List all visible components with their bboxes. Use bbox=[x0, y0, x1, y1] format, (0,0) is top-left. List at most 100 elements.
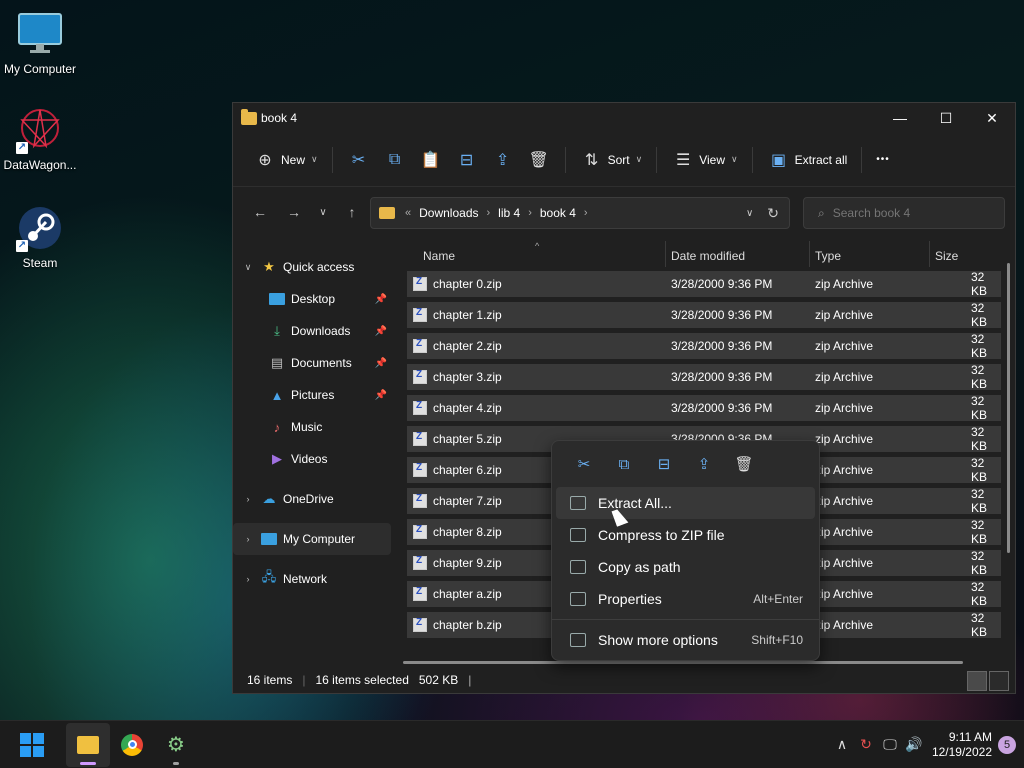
menu-item-compress-zip[interactable]: Compress to ZIP file bbox=[556, 519, 815, 551]
paste-button[interactable]: 📋 bbox=[413, 144, 449, 176]
start-button[interactable] bbox=[10, 723, 54, 767]
share-button[interactable]: ⇪ bbox=[485, 144, 521, 176]
sidebar-item-downloads[interactable]: ⤓ Downloads 📌 bbox=[233, 315, 391, 347]
forward-button[interactable]: → bbox=[277, 204, 311, 220]
chevron-right-icon[interactable]: › bbox=[584, 207, 588, 219]
chevron-right-icon[interactable]: › bbox=[241, 534, 255, 544]
file-row[interactable]: chapter 3.zip 3/28/2000 9:36 PM zip Archiv… bbox=[407, 363, 1001, 391]
chevron-right-icon[interactable]: › bbox=[528, 207, 532, 219]
sidebar-item-documents[interactable]: ▤ Documents 📌 bbox=[233, 347, 391, 379]
desktop-icon-label: DataWagon... bbox=[3, 158, 77, 172]
breadcrumb-book4[interactable]: book 4 bbox=[540, 206, 576, 220]
rename-icon[interactable]: ⊟ bbox=[644, 455, 684, 473]
horizontal-scrollbar[interactable] bbox=[403, 661, 963, 664]
tiles-view-button[interactable] bbox=[989, 671, 1009, 691]
file-row[interactable]: chapter 1.zip 3/28/2000 9:36 PM zip Archiv… bbox=[407, 301, 1001, 329]
file-name-cell: chapter 8.zip bbox=[413, 524, 502, 540]
delete-icon[interactable]: 🗑 bbox=[724, 455, 764, 473]
sync-icon[interactable]: ↻ bbox=[854, 736, 878, 753]
zip-file-icon bbox=[413, 338, 427, 354]
sidebar-item-desktop[interactable]: Desktop 📌 bbox=[233, 283, 391, 315]
chevron-up-icon[interactable]: ∧ bbox=[830, 736, 854, 753]
zip-file-icon bbox=[413, 493, 427, 509]
breadcrumb-lib4[interactable]: lib 4 bbox=[498, 206, 520, 220]
sidebar-item-label: Pictures bbox=[291, 388, 335, 402]
desktop-icon-steam[interactable]: ↗ Steam bbox=[0, 204, 80, 270]
details-view-button[interactable] bbox=[967, 671, 987, 691]
search-icon: ⌕ bbox=[818, 205, 825, 220]
sidebar-item-my-computer[interactable]: › My Computer bbox=[233, 523, 391, 555]
network-icon[interactable]: 🖵 bbox=[878, 736, 902, 753]
maximize-button[interactable]: ☐ bbox=[923, 103, 969, 133]
delete-button[interactable]: 🗑 bbox=[521, 144, 557, 176]
copy-button[interactable]: ⧉ bbox=[377, 144, 413, 176]
cut-button[interactable]: ✂ bbox=[341, 144, 377, 176]
chevron-right-icon[interactable]: › bbox=[241, 494, 255, 504]
sidebar-item-label: Music bbox=[291, 420, 323, 434]
chevron-right-icon[interactable]: › bbox=[241, 574, 255, 584]
search-input[interactable] bbox=[832, 206, 993, 220]
sidebar-item-label: OneDrive bbox=[283, 492, 334, 506]
extract-all-button[interactable]: ▣ Extract all bbox=[761, 144, 854, 176]
sidebar-item-network[interactable]: › 🖧 Network bbox=[233, 563, 391, 595]
up-button[interactable]: ↑ bbox=[335, 204, 369, 220]
view-button[interactable]: ☰ View ∨ bbox=[665, 144, 743, 176]
chrome-icon bbox=[121, 733, 143, 756]
menu-item-shortcut: Shift+F10 bbox=[751, 633, 803, 647]
sidebar-item-quick-access[interactable]: ∨ ★ Quick access bbox=[233, 251, 391, 283]
clock-time: 9:11 AM bbox=[948, 729, 992, 744]
zip-file-icon bbox=[413, 369, 427, 385]
notification-badge[interactable]: 5 bbox=[998, 735, 1016, 754]
menu-item-show-more-options[interactable]: Show more options Shift+F10 bbox=[556, 624, 815, 656]
close-button[interactable]: ✕ bbox=[969, 103, 1015, 133]
desktop-icon-my-computer[interactable]: My Computer bbox=[0, 10, 80, 76]
rename-button[interactable]: ⊟ bbox=[449, 144, 485, 176]
column-header-date[interactable]: Date modified bbox=[671, 249, 745, 263]
refresh-icon[interactable]: ↻ bbox=[767, 205, 779, 222]
menu-item-properties[interactable]: Properties Alt+Enter bbox=[556, 583, 815, 615]
zip-file-icon bbox=[413, 555, 427, 571]
sort-button[interactable]: ⇅ Sort ∨ bbox=[574, 144, 649, 176]
new-button[interactable]: ⊕ New ∨ bbox=[247, 144, 324, 176]
sidebar-item-music[interactable]: ♪ Music bbox=[233, 411, 391, 443]
monitor-icon bbox=[261, 533, 277, 545]
more-options-button[interactable]: ••• bbox=[870, 144, 896, 176]
sidebar-item-videos[interactable]: ▶ Videos bbox=[233, 443, 391, 475]
pin-icon: 📌 bbox=[374, 389, 387, 401]
sidebar-item-pictures[interactable]: ▲ Pictures 📌 bbox=[233, 379, 391, 411]
column-header-size[interactable]: Size bbox=[935, 249, 958, 263]
sidebar-item-onedrive[interactable]: › ☁ OneDrive bbox=[233, 483, 391, 515]
address-dropdown-icon[interactable]: ∨ bbox=[746, 208, 753, 219]
desktop-icon-datawagon[interactable]: ↗ DataWagon... bbox=[0, 106, 80, 172]
search-box[interactable]: ⌕ bbox=[803, 197, 1005, 229]
breadcrumb-downloads[interactable]: Downloads bbox=[419, 206, 478, 220]
file-date: 3/28/2000 9:36 PM bbox=[671, 308, 773, 322]
cut-icon[interactable]: ✂ bbox=[564, 455, 604, 473]
taskbar-chrome[interactable] bbox=[110, 723, 154, 767]
copy-icon[interactable]: ⧉ bbox=[604, 456, 644, 473]
chevron-down-icon[interactable]: ∨ bbox=[241, 262, 255, 273]
taskbar-file-explorer[interactable] bbox=[66, 722, 110, 767]
clock[interactable]: 9:11 AM 12/19/2022 bbox=[932, 730, 992, 760]
more-icon: ••• bbox=[876, 154, 890, 165]
recent-locations-button[interactable]: ∨ bbox=[311, 207, 335, 218]
address-bar[interactable]: « Downloads › lib 4 › book 4 › ∨ ↻ bbox=[370, 197, 790, 229]
taskbar-app[interactable]: ⚙ bbox=[154, 723, 198, 767]
sort-icon: ⇅ bbox=[584, 151, 599, 169]
file-row[interactable]: chapter 4.zip 3/28/2000 9:36 PM zip Archiv… bbox=[407, 394, 1001, 422]
chevron-right-icon[interactable]: › bbox=[487, 207, 491, 219]
vertical-scrollbar[interactable] bbox=[1007, 263, 1010, 553]
back-button[interactable]: ← bbox=[243, 204, 277, 220]
column-header-name[interactable]: Name bbox=[423, 249, 455, 263]
column-header-type[interactable]: Type bbox=[815, 249, 841, 263]
file-row[interactable]: chapter 0.zip 3/28/2000 9:36 PM zip Archiv… bbox=[407, 270, 1001, 298]
title-bar[interactable]: book 4 — ☐ ✕ bbox=[233, 103, 1015, 133]
minimize-button[interactable]: — bbox=[877, 103, 923, 133]
menu-item-copy-as-path[interactable]: Copy as path bbox=[556, 551, 815, 583]
menu-item-extract-all[interactable]: Extract All... bbox=[556, 487, 815, 519]
breadcrumb-overflow[interactable]: « bbox=[405, 207, 411, 219]
file-row[interactable]: chapter 2.zip 3/28/2000 9:36 PM zip Archiv… bbox=[407, 332, 1001, 360]
windows-logo-icon bbox=[20, 732, 44, 757]
volume-icon[interactable]: 🔊 bbox=[902, 736, 926, 753]
share-icon[interactable]: ⇪ bbox=[684, 455, 724, 473]
